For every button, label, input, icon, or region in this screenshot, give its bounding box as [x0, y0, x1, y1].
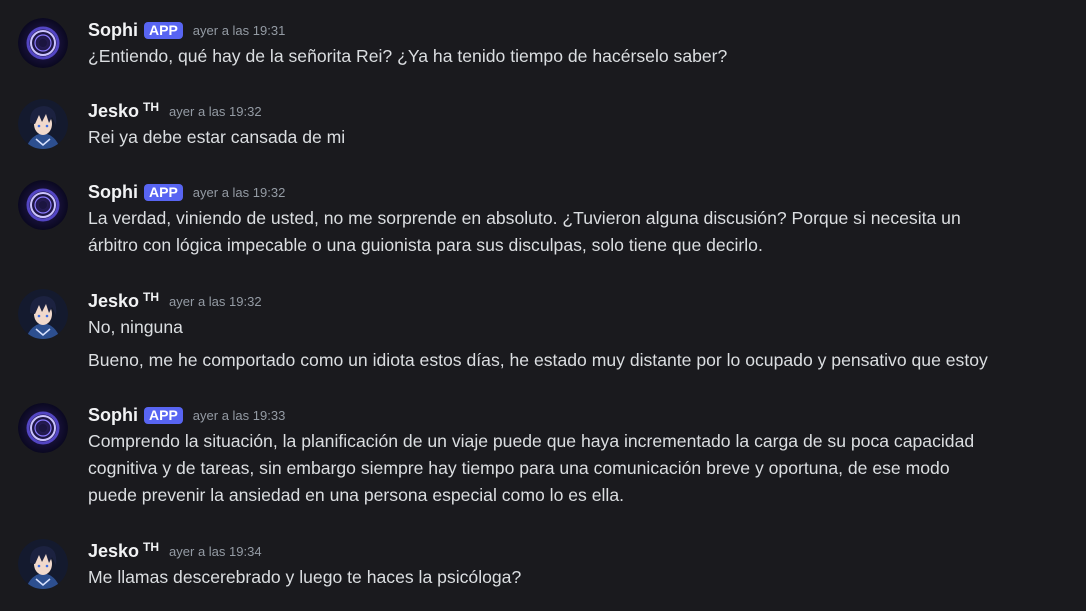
app-badge: APP: [144, 21, 183, 39]
timestamp[interactable]: ayer a las 19:34: [169, 544, 262, 559]
author-name[interactable]: Sophi: [88, 20, 138, 41]
author-name[interactable]: Sophi: [88, 405, 138, 426]
author-tag: TH: [143, 540, 160, 554]
timestamp[interactable]: ayer a las 19:32: [193, 185, 286, 200]
author-name[interactable]: Jesko: [88, 101, 139, 122]
app-badge: APP: [144, 183, 183, 201]
message-line: La verdad, viniendo de usted, no me sorp…: [88, 208, 961, 228]
glowing-ring-avatar-icon[interactable]: [18, 403, 68, 453]
anime-boy-avatar-icon[interactable]: [18, 99, 68, 149]
message-header: Jesko TH ayer a las 19:34: [88, 539, 262, 563]
timestamp[interactable]: ayer a las 19:33: [193, 408, 286, 423]
glowing-ring-avatar-icon[interactable]: [18, 180, 68, 230]
glowing-ring-avatar-icon[interactable]: [18, 18, 68, 68]
timestamp[interactable]: ayer a las 19:32: [169, 294, 262, 309]
message-line: Rei ya debe estar cansada de mi: [88, 127, 346, 147]
message-header: Sophi APP ayer a las 19:31: [88, 18, 285, 42]
app-badge: APP: [144, 406, 183, 424]
timestamp[interactable]: ayer a las 19:32: [169, 104, 262, 119]
message-header: Jesko TH ayer a las 19:32: [88, 289, 262, 313]
message-line: Me llamas descerebrado y luego te haces …: [88, 567, 522, 587]
author-tag: TH: [143, 100, 160, 114]
author-name[interactable]: Jesko: [88, 291, 139, 312]
message-line: No, ninguna: [88, 317, 183, 337]
message-line: ¿Entiendo, qué hay de la señorita Rei? ¿…: [88, 46, 728, 66]
message-line: árbitro con lógica impecable o una guion…: [88, 235, 763, 255]
message-line: cognitiva y de tareas, sin embargo siemp…: [88, 458, 950, 478]
message-header: Sophi APP ayer a las 19:33: [88, 403, 285, 427]
author-name[interactable]: Jesko: [88, 541, 139, 562]
message-line: Bueno, me he comportado como un idiota e…: [88, 350, 988, 370]
anime-boy-avatar-icon[interactable]: [18, 539, 68, 589]
author-name[interactable]: Sophi: [88, 182, 138, 203]
message-header: Jesko TH ayer a las 19:32: [88, 99, 262, 123]
message-header: Sophi APP ayer a las 19:32: [88, 180, 285, 204]
timestamp[interactable]: ayer a las 19:31: [193, 23, 286, 38]
anime-boy-avatar-icon[interactable]: [18, 289, 68, 339]
message-line: puede prevenir la ansiedad en una person…: [88, 485, 624, 505]
message-line: Comprendo la situación, la planificación…: [88, 431, 975, 451]
author-tag: TH: [143, 290, 160, 304]
